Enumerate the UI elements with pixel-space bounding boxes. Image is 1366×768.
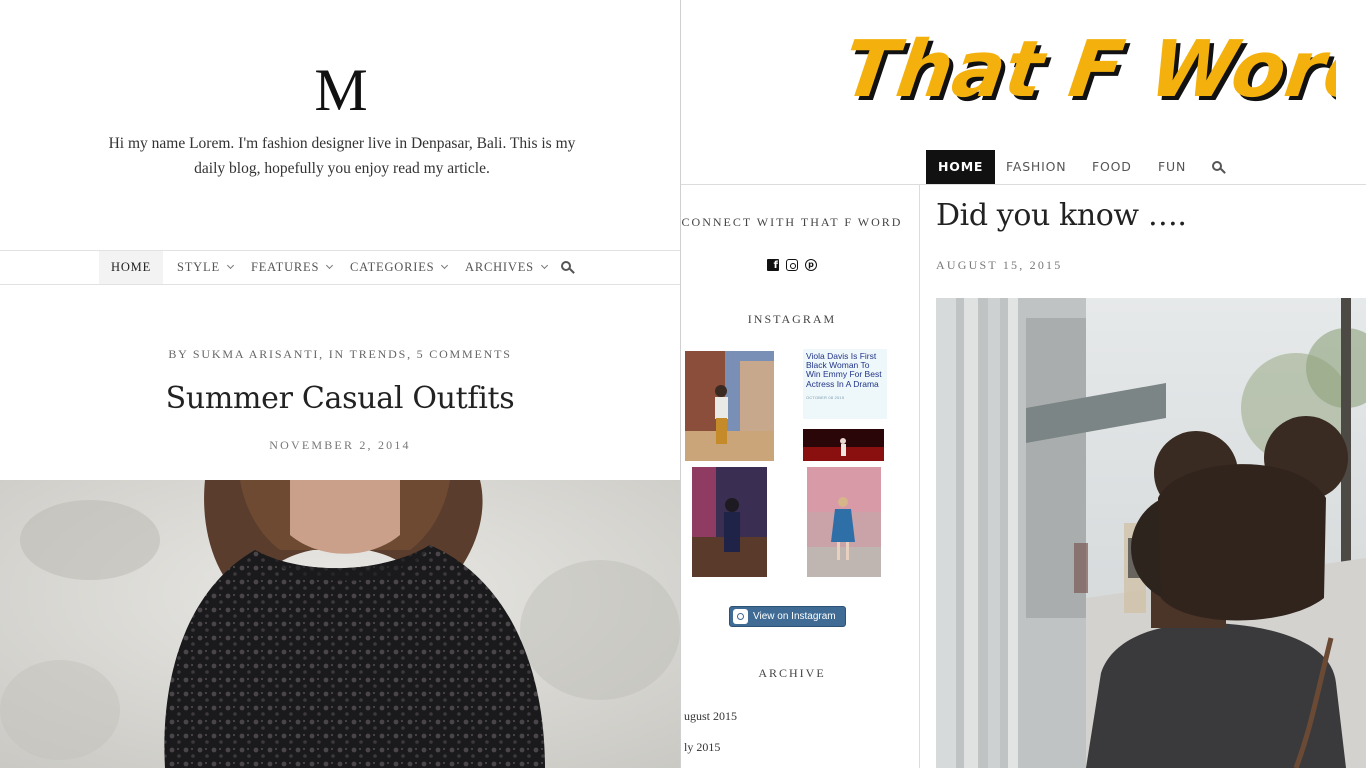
site-intro: Hi my name Lorem. I'm fashion designer l… [108, 135, 576, 177]
nav-home[interactable]: HOME [99, 251, 164, 284]
search-icon[interactable] [1212, 161, 1226, 175]
post-title[interactable]: Did you know …. [936, 198, 1187, 233]
left-blog-screenshot: M Hi my name Lorem. I'm fashion designer… [0, 0, 680, 768]
instagram-photo[interactable] [685, 351, 774, 461]
post-featured-image[interactable] [936, 298, 1366, 768]
news-headline: Viola Davis Is First Black Woman To Win … [806, 351, 882, 389]
nav-features[interactable]: FEATURES [251, 251, 334, 284]
sidebar: CONNECT WITH THAT F WORD f p INSTAGRAM V… [681, 185, 920, 768]
nav-fashion[interactable]: FASHION [1006, 150, 1066, 184]
search-icon[interactable] [561, 261, 575, 275]
archive-widget-title: ARCHIVE [758, 666, 826, 680]
instagram-widget-title: INSTAGRAM [747, 312, 837, 326]
nav-style[interactable]: STYLE [177, 251, 234, 284]
post-date: NOVEMBER 2, 2014 [269, 438, 411, 452]
instagram-news-card[interactable]: Viola Davis Is First Black Woman To Win … [803, 349, 887, 419]
connect-widget-title: CONNECT WITH THAT F WORD [681, 215, 903, 229]
chevron-down-icon [226, 261, 234, 270]
main-navigation: HOME FASHION FOOD FUN [681, 150, 1366, 185]
instagram-icon[interactable] [786, 259, 798, 271]
chevron-down-icon [326, 261, 334, 270]
view-on-instagram-label: View on Instagram [753, 611, 836, 622]
main-navigation: HOME STYLE FEATURES CATEGORIES ARCHIVES [0, 250, 680, 285]
nav-style-label: STYLE [177, 260, 220, 274]
nav-categories[interactable]: CATEGORIES [350, 251, 449, 284]
nav-archives[interactable]: ARCHIVES [465, 251, 548, 284]
instagram-photo[interactable] [803, 429, 884, 461]
post-byline: BY SUKMA ARISANTI, IN TRENDS, 5 COMMENTS [168, 347, 512, 361]
post-title[interactable]: Summer Casual Outfits [0, 381, 680, 416]
archive-link[interactable]: ly 2015 [684, 740, 720, 755]
instagram-photo[interactable] [692, 467, 767, 577]
chevron-down-icon [540, 261, 548, 270]
nav-fun[interactable]: FUN [1158, 150, 1186, 184]
nav-features-label: FEATURES [251, 260, 320, 274]
post-date: AUGUST 15, 2015 [936, 258, 1063, 272]
nav-home[interactable]: HOME [926, 150, 996, 184]
instagram-photo[interactable] [807, 467, 881, 577]
nav-categories-label: CATEGORIES [350, 260, 435, 274]
pinterest-icon[interactable]: p [805, 259, 817, 271]
view-on-instagram-button[interactable]: View on Instagram [729, 606, 846, 627]
brand-logo-text: That F Word [846, 24, 1336, 115]
archive-link[interactable]: ugust 2015 [684, 709, 737, 724]
brand-logo[interactable]: That F Word That F Word [846, 0, 1336, 118]
site-logo[interactable]: M [0, 58, 680, 122]
post-featured-image[interactable] [0, 480, 680, 768]
instagram-camera-icon [733, 609, 748, 624]
right-blog-screenshot: That F Word That F Word HOME FASHION FOO… [681, 0, 1366, 768]
nav-food[interactable]: FOOD [1092, 150, 1132, 184]
news-meta: OCTOBER 08 2015 [806, 394, 845, 400]
nav-archives-label: ARCHIVES [465, 260, 534, 274]
facebook-icon[interactable]: f [767, 259, 779, 271]
chevron-down-icon [441, 261, 449, 270]
